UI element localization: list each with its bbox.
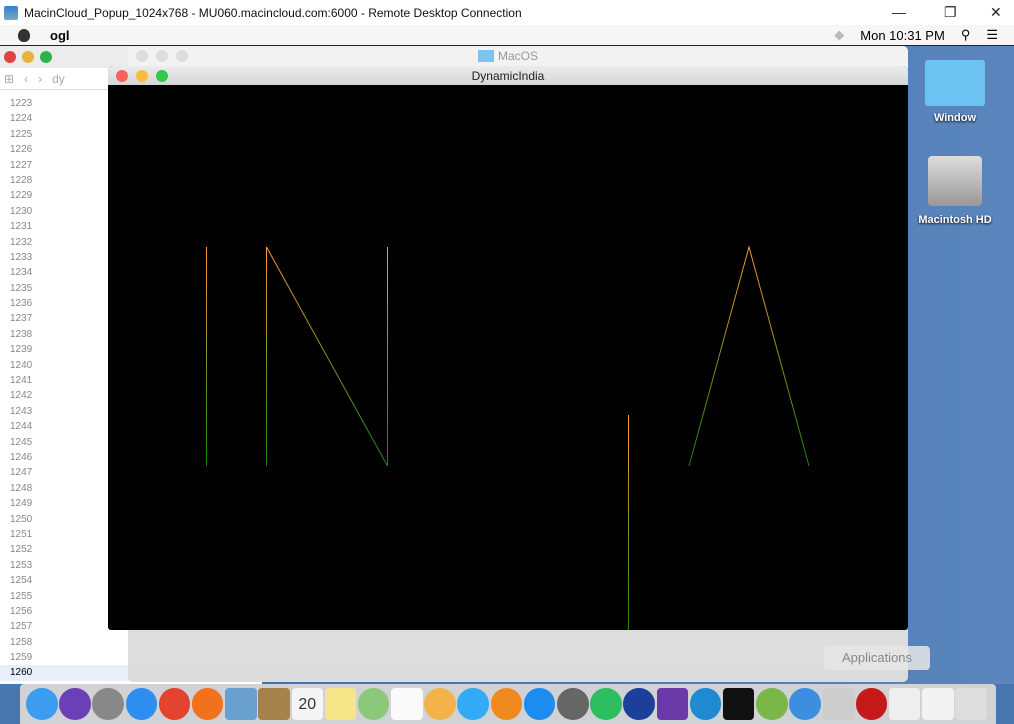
dock-dropbox-icon[interactable]	[623, 688, 655, 720]
dock-document-icon[interactable]	[922, 688, 954, 720]
minimize-button[interactable]: —	[892, 4, 906, 20]
letter-a	[688, 245, 810, 467]
dock-system-preferences-icon[interactable]	[557, 688, 589, 720]
close-icon[interactable]	[4, 51, 16, 63]
dock-reminders-icon[interactable]	[391, 688, 423, 720]
desktop-icon-macintosh-hd[interactable]: Macintosh HD	[915, 156, 995, 226]
dock-contacts-icon[interactable]	[258, 688, 290, 720]
dock-firefox-icon[interactable]	[191, 688, 224, 720]
dock-finder-icon[interactable]	[26, 688, 58, 720]
close-button[interactable]: ✕	[990, 4, 1002, 21]
dock-photos-icon[interactable]	[424, 688, 456, 720]
icon-label: Window	[933, 112, 977, 124]
rdp-app-icon	[4, 5, 18, 20]
desktop-icon-window[interactable]: Window	[915, 60, 995, 124]
dock-messages-icon[interactable]	[457, 688, 489, 720]
minimize-icon[interactable]	[22, 51, 34, 63]
back-icon[interactable]: ‹	[24, 72, 28, 86]
dock-notes-icon[interactable]	[324, 688, 357, 720]
rdp-title: MacinCloud_Popup_1024x768 - MU060.macinc…	[24, 5, 522, 20]
grid-icon[interactable]: ⊞	[4, 72, 14, 86]
dock-launchpad-icon[interactable]	[92, 688, 124, 720]
letter-n	[266, 246, 388, 467]
dock-chrome-icon[interactable]	[158, 688, 191, 720]
icon-label: Macintosh HD	[918, 214, 992, 226]
dock-preview-icon[interactable]	[225, 688, 257, 720]
window-title: DynamicIndia	[471, 68, 545, 83]
dock-maps-icon[interactable]	[357, 688, 390, 720]
zoom-icon[interactable]	[40, 51, 52, 63]
dock-visual-studio-icon[interactable]	[656, 688, 689, 720]
dock-app-store-icon[interactable]	[523, 688, 556, 720]
dock-mm-file-icon[interactable]	[888, 688, 921, 720]
dock-safari-icon[interactable]	[125, 688, 158, 720]
dock-evernote-icon[interactable]	[590, 688, 622, 720]
dynamic-india-window: DynamicIndia	[108, 66, 908, 630]
dock-siri-icon[interactable]	[59, 688, 91, 720]
rdp-titlebar: MacinCloud_Popup_1024x768 - MU060.macinc…	[0, 0, 1014, 25]
hard-drive-icon	[928, 156, 982, 206]
restore-button[interactable]: ❐	[944, 4, 957, 21]
dock-tooltip: Applications	[824, 646, 930, 670]
notification-center-icon[interactable]: ☰	[986, 27, 998, 43]
minimize-icon[interactable]	[156, 50, 168, 62]
dock: 20	[20, 684, 996, 724]
dock-books-icon[interactable]	[490, 688, 523, 720]
dock-terminal-icon[interactable]	[722, 688, 755, 720]
mac-menubar: ogl ◆ Mon 10:31 PM ⚲ ☰	[0, 25, 1014, 46]
dock-vscode-icon[interactable]	[689, 688, 722, 720]
close-icon[interactable]	[136, 50, 148, 62]
file-breadcrumb[interactable]: dy	[52, 72, 65, 86]
dock-calendar-icon[interactable]: 20	[291, 688, 323, 720]
spotlight-search-icon[interactable]: ⚲	[961, 27, 971, 43]
finder-title: MacOS	[498, 49, 539, 63]
dock-xcode-icon[interactable]	[789, 688, 821, 720]
folder-icon	[925, 60, 985, 106]
dock-android-studio-icon[interactable]	[756, 688, 788, 720]
opengl-canvas	[206, 245, 810, 630]
zoom-icon[interactable]	[176, 50, 188, 62]
app-menu[interactable]: ogl	[50, 28, 70, 43]
dock-acrobat-icon[interactable]	[855, 688, 888, 720]
folder-icon	[478, 50, 494, 62]
wifi-icon[interactable]: ◆	[834, 27, 844, 43]
dock-trash-icon[interactable]	[955, 688, 987, 720]
dock-instruments-icon[interactable]	[822, 688, 854, 720]
clock[interactable]: Mon 10:31 PM	[860, 28, 945, 43]
forward-icon[interactable]: ›	[38, 72, 42, 86]
apple-menu-icon[interactable]	[18, 28, 30, 42]
